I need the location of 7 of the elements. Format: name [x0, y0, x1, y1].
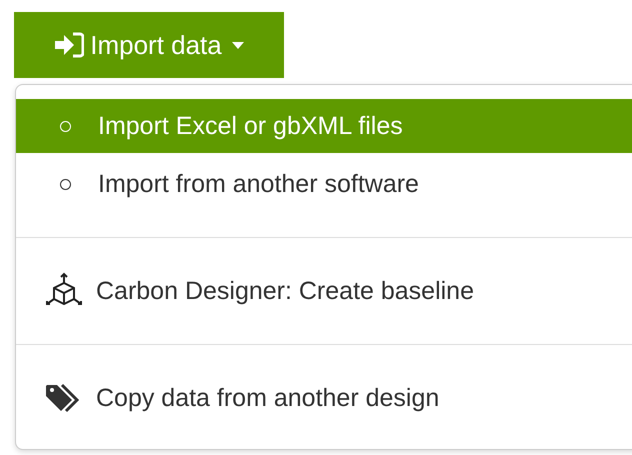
menu-item[interactable]: Copy data from another design [16, 371, 632, 425]
sign-in-icon [54, 32, 84, 58]
caret-icon [232, 42, 244, 48]
circle-icon [60, 120, 70, 132]
circle-icon [60, 178, 70, 190]
menu-item[interactable]: Carbon Designer: Create baseline [16, 264, 632, 318]
menu-item[interactable]: Import from another software [16, 157, 632, 211]
